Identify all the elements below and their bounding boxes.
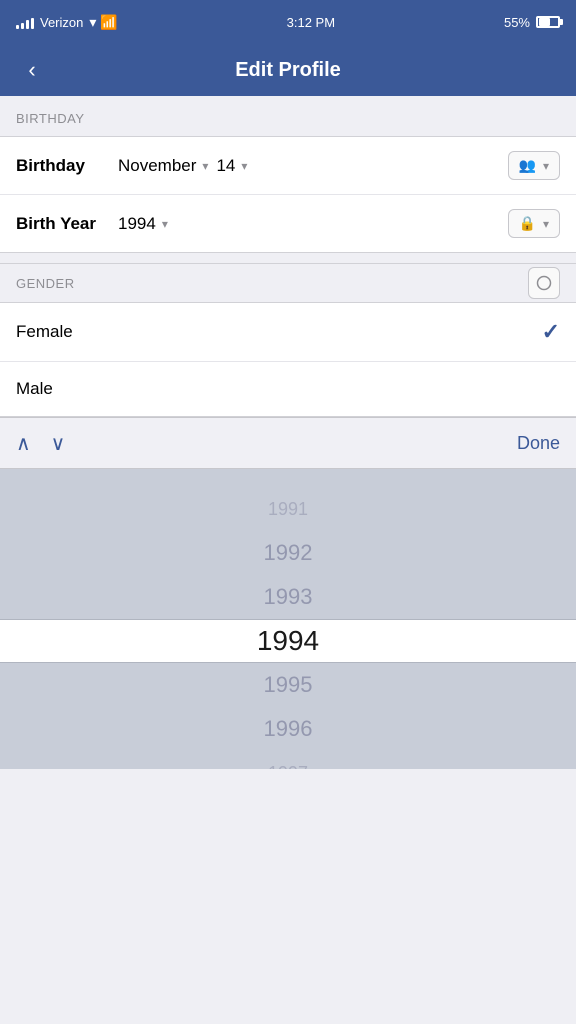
birthday-day-value: 14 xyxy=(216,156,235,176)
birth-year-dropdown[interactable]: 1994 ▾ xyxy=(118,214,168,234)
birthday-privacy-arrow: ▾ xyxy=(543,159,549,173)
birthday-value-group: November ▾ 14 ▾ xyxy=(118,156,508,176)
picker-item-1990[interactable]: 1990 xyxy=(0,469,576,487)
picker-item-1994[interactable]: 1994 xyxy=(0,619,576,663)
circle-icon xyxy=(536,275,552,291)
gender-female-row[interactable]: Female ✓ xyxy=(0,303,576,362)
battery-percent: 55% xyxy=(504,15,530,30)
picker-toolbar: ∧ ∨ Done xyxy=(0,417,576,469)
gender-male-label: Male xyxy=(16,379,560,399)
picker-item-1991[interactable]: 1991 xyxy=(0,487,576,531)
picker-item-1993[interactable]: 1993 xyxy=(0,575,576,619)
gender-male-row[interactable]: Male xyxy=(0,362,576,416)
back-button[interactable]: ‹ xyxy=(12,50,52,90)
status-time: 3:12 PM xyxy=(287,15,335,30)
gender-options: Female ✓ Male xyxy=(0,303,576,417)
birthday-section-header: BIRTHDAY xyxy=(0,96,576,136)
status-right: 55% xyxy=(504,15,560,30)
birthday-form-section: Birthday November ▾ 14 ▾ 👥 ▾ Birth Year … xyxy=(0,136,576,253)
birth-year-row: Birth Year 1994 ▾ 🔒 ▾ xyxy=(0,195,576,252)
birthday-privacy-button[interactable]: 👥 ▾ xyxy=(508,151,560,180)
status-bar: Verizon ▾ 📶 3:12 PM 55% xyxy=(0,0,576,44)
wifi-icon: ▾ 📶 xyxy=(89,14,117,31)
gender-female-label: Female xyxy=(16,322,542,342)
picker-item-1995[interactable]: 1995 xyxy=(0,663,576,707)
separator-1 xyxy=(0,253,576,263)
year-picker[interactable]: 19901991199219931994199519961997 xyxy=(0,469,576,769)
birthday-month-value: November xyxy=(118,156,196,176)
gender-female-check: ✓ xyxy=(542,319,560,345)
battery-icon xyxy=(536,16,560,28)
birthday-day-dropdown[interactable]: 14 ▾ xyxy=(216,156,247,176)
status-left: Verizon ▾ 📶 xyxy=(16,14,118,31)
page-title: Edit Profile xyxy=(235,59,341,82)
picker-arrows-group: ∧ ∨ xyxy=(16,431,65,456)
birthday-row: Birthday November ▾ 14 ▾ 👥 ▾ xyxy=(0,137,576,195)
birth-year-arrow: ▾ xyxy=(162,217,168,231)
picker-item-1997[interactable]: 1997 xyxy=(0,751,576,769)
birth-year-label: Birth Year xyxy=(16,214,106,234)
picker-item-1992[interactable]: 1992 xyxy=(0,531,576,575)
picker-up-arrow[interactable]: ∧ xyxy=(16,431,31,456)
nav-bar: ‹ Edit Profile xyxy=(0,44,576,96)
birthday-month-arrow: ▾ xyxy=(202,159,208,173)
picker-items-list: 19901991199219931994199519961997 xyxy=(0,469,576,769)
birthday-label: Birthday xyxy=(16,156,106,176)
gender-section-label: GENDER xyxy=(16,276,75,291)
gender-edit-button[interactable] xyxy=(528,267,560,299)
picker-done-button[interactable]: Done xyxy=(517,433,560,454)
picker-down-arrow[interactable]: ∨ xyxy=(51,431,66,456)
gender-section-header: GENDER xyxy=(0,263,576,303)
birthday-section-label: BIRTHDAY xyxy=(16,111,85,126)
birthday-privacy-icon: 👥 xyxy=(519,157,536,174)
birth-year-value-group: 1994 ▾ xyxy=(118,214,508,234)
birth-year-privacy-arrow: ▾ xyxy=(543,217,549,231)
birth-year-value: 1994 xyxy=(118,214,156,234)
carrier-label: Verizon xyxy=(40,15,83,30)
signal-bars xyxy=(16,15,34,29)
picker-item-1996[interactable]: 1996 xyxy=(0,707,576,751)
birth-year-privacy-icon: 🔒 xyxy=(519,215,536,232)
birthday-day-arrow: ▾ xyxy=(241,159,247,173)
birth-year-privacy-button[interactable]: 🔒 ▾ xyxy=(508,209,560,238)
birthday-month-dropdown[interactable]: November ▾ xyxy=(118,156,208,176)
